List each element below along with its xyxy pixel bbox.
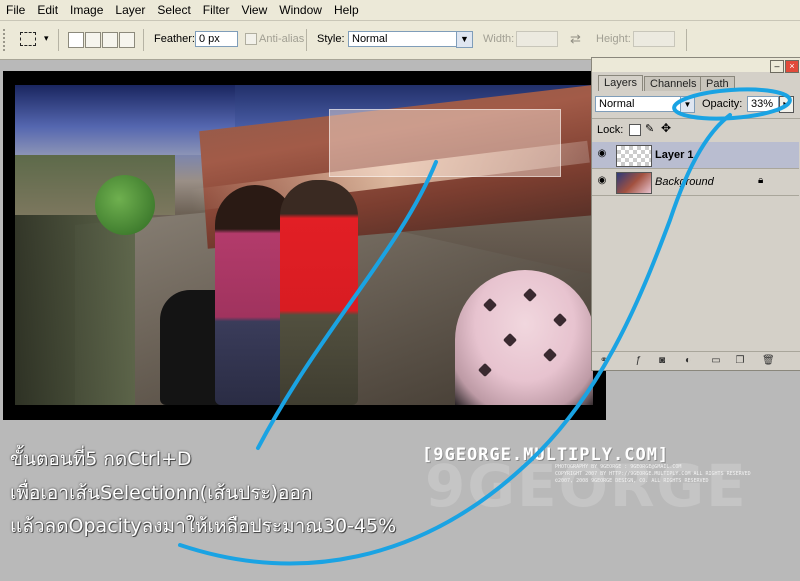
annotation-swoop-stroke bbox=[178, 113, 732, 566]
annotation-opacity-circle bbox=[672, 87, 792, 121]
annotation-arrow-stroke bbox=[256, 160, 438, 450]
annotation-overlay bbox=[178, 87, 792, 566]
